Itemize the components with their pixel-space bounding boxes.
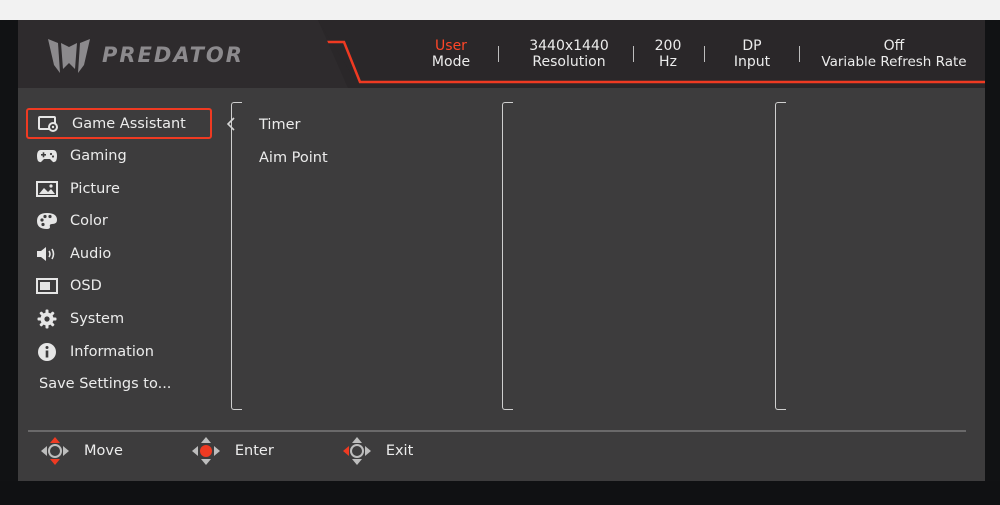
footer-hints: Move Enter Exit [40, 436, 481, 466]
osd-icon [36, 277, 58, 295]
status-vrr: Off Variable Refresh Rate [814, 38, 974, 70]
menu-item-gaming[interactable]: Gaming [26, 141, 216, 172]
status-vrr-label: Variable Refresh Rate [821, 54, 967, 70]
status-input-value: DP [742, 38, 762, 54]
submenu-bracket [231, 102, 242, 410]
menu-item-label: System [70, 311, 125, 328]
chevron-left-icon [226, 117, 235, 131]
status-refresh-label: Hz [659, 54, 677, 70]
gamepad-icon [36, 147, 58, 165]
speaker-icon [36, 245, 58, 263]
menu-item-audio[interactable]: Audio [26, 238, 216, 269]
hint-exit-label: Exit [385, 443, 414, 459]
dpad-enter-icon [191, 437, 220, 465]
menu-item-label: Information [70, 343, 154, 360]
menu-item-save-settings[interactable]: Save Settings to... [26, 369, 216, 400]
status-mode-label: Mode [431, 54, 471, 70]
menu-item-game-assistant[interactable]: Game Assistant [26, 108, 212, 139]
wall-background [0, 0, 1000, 20]
values-bracket [775, 102, 786, 410]
hint-enter-label: Enter [234, 443, 274, 459]
status-input-label: Input [733, 54, 771, 70]
status-vrr-value: Off [883, 38, 905, 54]
status-resolution: 3440x1440 Resolution [517, 38, 621, 70]
menu-item-label: Gaming [70, 148, 127, 165]
submenu-item-timer[interactable]: Timer [259, 114, 328, 147]
menu-item-label: OSD [70, 278, 102, 295]
options-bracket [502, 102, 513, 410]
monitor-bezel [0, 481, 1000, 505]
submenu-item-aim-point[interactable]: Aim Point [259, 147, 328, 180]
picture-icon [36, 180, 58, 198]
status-resolution-label: Resolution [532, 54, 606, 70]
dpad-exit-icon [342, 437, 371, 465]
hint-exit: Exit [342, 436, 413, 466]
menu-item-label: Color [70, 213, 108, 230]
status-divider [633, 46, 634, 62]
submenu-list: Timer Aim Point [259, 114, 328, 180]
info-icon [36, 342, 58, 361]
hint-move-label: Move [84, 443, 123, 459]
menu-item-information[interactable]: Information [26, 336, 216, 367]
menu-item-label: Audio [70, 245, 112, 262]
menu-item-system[interactable]: System [26, 304, 216, 335]
status-divider [704, 46, 705, 62]
predator-logo: PREDATOR [46, 26, 244, 84]
osd-menu: PREDATOR User Mode 3440x1440 Resolution … [18, 20, 985, 481]
status-input: DP Input [719, 38, 785, 70]
game-assistant-icon [38, 115, 60, 133]
status-divider [799, 46, 800, 62]
status-refresh-value: 200 [654, 38, 682, 54]
status-bar: User Mode 3440x1440 Resolution 200 Hz DP… [422, 34, 982, 74]
status-mode-value: User [435, 38, 467, 54]
status-divider [498, 46, 499, 62]
status-resolution-value: 3440x1440 [529, 38, 609, 54]
footer-divider [28, 430, 966, 432]
status-mode: User Mode [422, 38, 480, 70]
menu-item-label: Game Assistant [72, 115, 186, 132]
main-menu: Game Assistant Gaming Picture Color Audi… [26, 108, 216, 401]
predator-logo-icon [48, 39, 90, 73]
menu-item-color[interactable]: Color [26, 206, 216, 237]
dpad-move-icon [41, 437, 69, 465]
menu-item-picture[interactable]: Picture [26, 173, 216, 204]
menu-item-osd[interactable]: OSD [26, 271, 216, 302]
gear-icon [36, 309, 58, 329]
menu-item-label: Save Settings to... [39, 376, 172, 393]
status-refresh-rate: 200 Hz [646, 38, 690, 70]
hint-move: Move [40, 436, 123, 466]
hint-enter: Enter [191, 436, 274, 466]
menu-item-label: Picture [70, 180, 120, 197]
palette-icon [36, 212, 58, 230]
brand-name: PREDATOR [102, 43, 244, 67]
